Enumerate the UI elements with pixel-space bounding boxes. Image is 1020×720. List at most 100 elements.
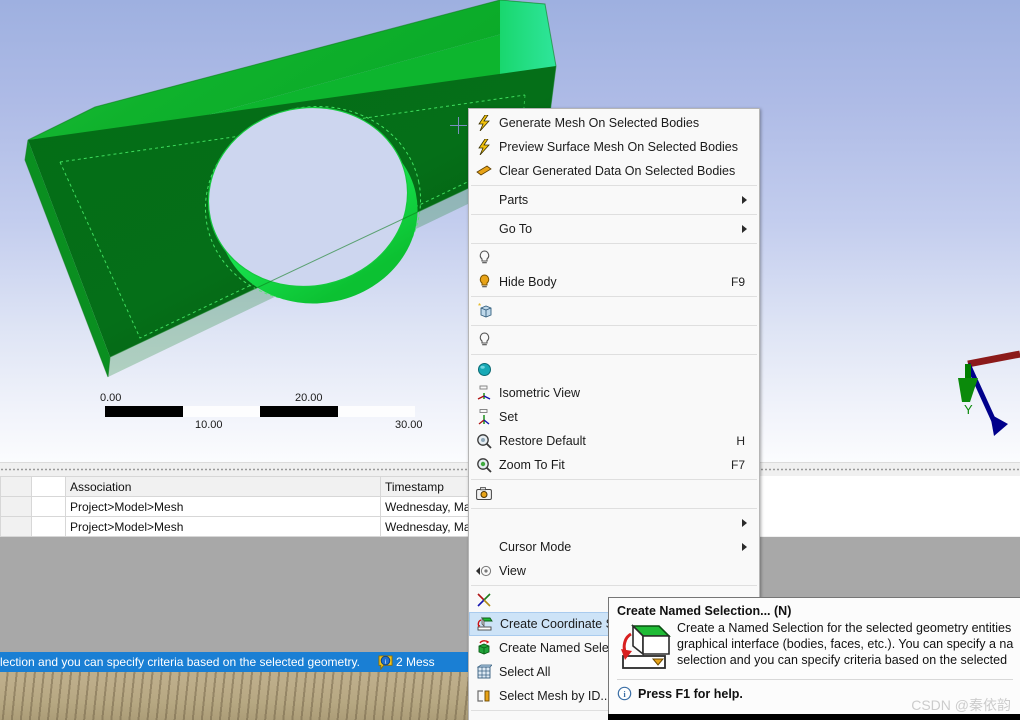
- ruler-bottom-labels: 10.00 30.00: [105, 419, 423, 435]
- menu-separator: [471, 508, 757, 509]
- tooltip-bottom-strip: [608, 714, 1020, 720]
- menu-item-label: Restore Default: [499, 434, 586, 448]
- ruler-label-0: 0.00: [100, 392, 122, 404]
- menu-separator: [471, 185, 757, 186]
- row-icon: [31, 516, 66, 537]
- cursor-crosshair-marker: [450, 117, 467, 134]
- menu-separator: [471, 479, 757, 480]
- ruler-top-labels: 0.00 20.00: [100, 392, 415, 406]
- menu-item-accel: F9: [730, 275, 745, 289]
- svg-text:i: i: [385, 658, 387, 665]
- menu-item-label: Clear Generated Data On Selected Bodies: [499, 164, 736, 178]
- menu-item-zoom-to-fit[interactable]: Restore Default H: [469, 429, 759, 453]
- named-selection-icon: [470, 613, 500, 635]
- menu-separator: [471, 214, 757, 215]
- status-bar-text: lection and you can specify criteria bas…: [0, 655, 360, 669]
- message-info-icon: i: [378, 654, 393, 670]
- menu-item-accel: F7: [730, 458, 745, 472]
- magnifier-icon: [469, 430, 499, 452]
- menu-item-isometric-view[interactable]: [469, 357, 759, 381]
- suppress-body-icon: *: [469, 300, 499, 322]
- chevron-right-icon: [742, 519, 747, 527]
- triad-x-axis: [967, 350, 1020, 368]
- tooltip-line-2: graphical interface (bodies, faces, etc.…: [677, 637, 1014, 651]
- menu-item-accel: H: [736, 434, 745, 448]
- magnifier-selection-icon: [469, 454, 499, 476]
- menu-item-label: Go To: [499, 222, 533, 236]
- watermark: CSDN @秦依韵: [911, 697, 1011, 713]
- menu-item-label: Parts: [499, 193, 529, 207]
- menu-item-generate-mesh[interactable]: Generate Mesh On Selected Bodies: [469, 111, 759, 135]
- menu-item-label: Cursor Mode: [499, 540, 572, 554]
- menu-separator: [471, 325, 757, 326]
- menu-item-view[interactable]: Cursor Mode: [469, 535, 759, 559]
- menu-separator: [471, 243, 757, 244]
- menu-item-parts[interactable]: Parts: [469, 188, 759, 212]
- tooltip-footer-label: Press F1 for help.: [638, 686, 743, 701]
- empty-icon-slot: [469, 189, 499, 211]
- menu-item-filter-tree-visible-bodies[interactable]: Hide Body F9: [469, 270, 759, 294]
- tooltip-body: Create a Named Selection for the selecte…: [609, 620, 1020, 672]
- menu-item-tooltip: Create Named Selection... (N) Create a N…: [608, 597, 1020, 720]
- info-icon: i: [617, 686, 632, 701]
- isometric-sphere-icon: [469, 358, 499, 380]
- row-association: Project>Model>Mesh: [65, 496, 381, 517]
- table-header-association[interactable]: Association: [65, 476, 381, 497]
- menu-separator: [471, 354, 757, 355]
- set-axes-icon: [469, 382, 499, 404]
- scale-ruler: 0.00 20.00 10.00 30.00: [100, 392, 423, 435]
- ruler-segment: [182, 406, 260, 417]
- lightning-bolt-icon: [469, 136, 499, 158]
- select-all-icon: [469, 637, 499, 659]
- row-icon: [31, 496, 66, 517]
- menu-item-preview-surface-mesh[interactable]: Preview Surface Mesh On Selected Bodies: [469, 135, 759, 159]
- menu-separator: [471, 585, 757, 586]
- chevron-right-icon: [742, 543, 747, 551]
- menu-item-label: View: [499, 564, 526, 578]
- menu-item-set[interactable]: Isometric View: [469, 381, 759, 405]
- menu-item-look-at[interactable]: View: [469, 559, 759, 583]
- empty-icon-slot: [469, 714, 499, 720]
- lightbulb-off-icon: [469, 329, 499, 351]
- menu-item-cursor-mode[interactable]: [469, 511, 759, 535]
- ruler-bar: [105, 406, 415, 417]
- menu-item-label: Generate Mesh On Selected Bodies: [499, 116, 700, 130]
- menu-item-clear-generated-data[interactable]: Clear Generated Data On Selected Bodies: [469, 159, 759, 183]
- menu-item-hide-body[interactable]: [469, 246, 759, 270]
- chevron-right-icon: [742, 196, 747, 204]
- tooltip-text: Create a Named Selection for the selecte…: [673, 620, 1013, 672]
- menu-item-restore-default[interactable]: Set: [469, 405, 759, 429]
- screen: 0.00 20.00 10.00 30.00 Y Association Tim…: [0, 0, 1020, 720]
- ruler-segment: [260, 406, 338, 417]
- tooltip-title: Create Named Selection... (N): [617, 604, 792, 618]
- table-header-icon[interactable]: [31, 476, 66, 497]
- empty-icon-slot: [469, 512, 499, 534]
- lightning-bolt-icon: [469, 112, 499, 134]
- menu-item-zoom-to-selection[interactable]: Zoom To Fit F7: [469, 453, 759, 477]
- triad-z-arrow: [990, 414, 1008, 436]
- menu-item-label: Set: [499, 410, 518, 424]
- axis-triad[interactable]: Y: [950, 332, 1020, 442]
- empty-icon-slot: [469, 536, 499, 558]
- menu-item-go-to[interactable]: Go To: [469, 217, 759, 241]
- svg-text:*: *: [478, 303, 481, 311]
- ruler-label-20: 20.00: [295, 392, 323, 404]
- empty-icon-slot: [469, 218, 499, 240]
- menu-item-image-to-clipboard[interactable]: [469, 482, 759, 506]
- triad-y-arrow: [958, 378, 978, 402]
- ruler-label-30: 30.00: [395, 419, 423, 431]
- menu-item-suppress-body[interactable]: *: [469, 299, 759, 323]
- menu-item-label: Hide Body: [499, 275, 557, 289]
- eraser-icon: [469, 160, 499, 182]
- table-header-index[interactable]: [0, 476, 32, 497]
- menu-separator: [471, 296, 757, 297]
- coordinate-system-icon: [469, 589, 499, 611]
- tooltip-line-3: selection and you can specify criteria b…: [677, 653, 1008, 667]
- menu-item-label: Isometric View: [499, 386, 581, 400]
- menu-item-hide-faces[interactable]: [469, 328, 759, 352]
- status-bar-messages[interactable]: i 2 Mess: [378, 654, 435, 670]
- ruler-segment: [105, 406, 183, 417]
- row-index: [0, 496, 32, 517]
- row-index: [0, 516, 32, 537]
- look-at-icon: [469, 560, 499, 582]
